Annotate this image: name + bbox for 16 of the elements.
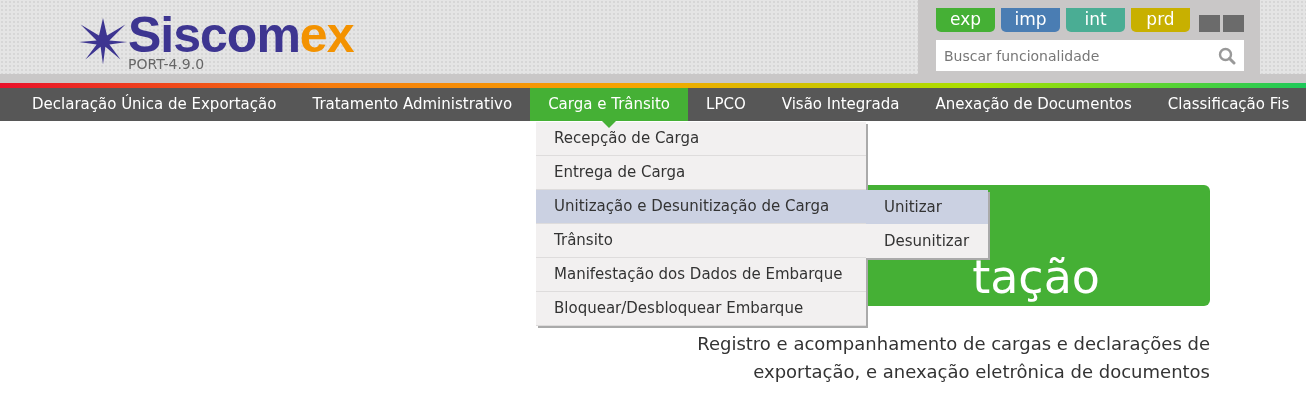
search-field[interactable]: Buscar funcionalidade xyxy=(936,40,1244,71)
menu-item[interactable]: Trânsito xyxy=(536,224,866,258)
submenu-item[interactable]: Unitizar xyxy=(866,190,988,224)
nav-tab[interactable]: Declaração Única de Exportação xyxy=(14,88,295,121)
nav-tab[interactable]: Anexação de Documentos xyxy=(917,88,1150,121)
menu-item[interactable]: Recepção de Carga xyxy=(536,122,866,156)
nav-tab[interactable]: Tratamento Administrativo xyxy=(294,88,531,121)
nav-tab[interactable]: Classificação Fis xyxy=(1149,88,1306,121)
nav-tab[interactable]: LPCO xyxy=(688,88,764,121)
hero-description: Registro e acompanhamento de cargas e declarações de exportação, e anexação eletrônica de documentos xyxy=(696,332,1210,384)
nav-tab[interactable]: Visão Integrada xyxy=(763,88,918,121)
menu-item[interactable]: Manifestação dos Dados de Embarque xyxy=(536,258,866,292)
menu-item[interactable]: Bloquear/Desbloquear Embarque xyxy=(536,292,866,326)
menu-item[interactable]: Unitização e Desunitização de Carga xyxy=(536,190,866,224)
environment-button[interactable]: imp xyxy=(1001,8,1060,32)
version-label: PORT-4.9.0 xyxy=(128,56,206,72)
